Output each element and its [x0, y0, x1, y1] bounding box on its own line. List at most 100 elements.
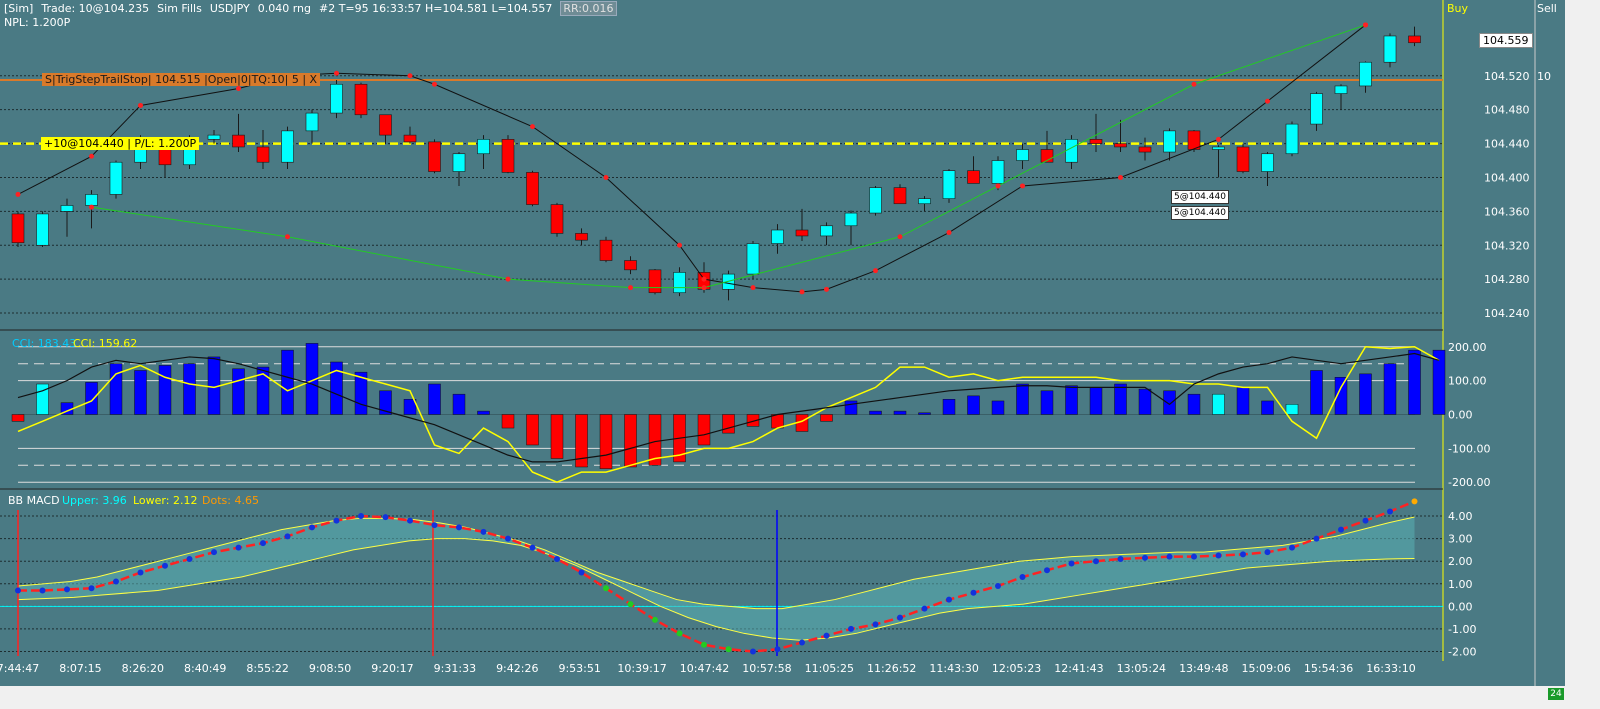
swing-dot [628, 285, 633, 291]
sell-strip-background [1535, 0, 1565, 686]
swing-dot [432, 81, 437, 87]
macd-dot [456, 524, 462, 531]
account-label[interactable]: [Sim] [4, 2, 33, 15]
swing-dot [873, 268, 878, 274]
candle-body [109, 161, 123, 195]
price-tick-label: 104.320 [1484, 239, 1530, 252]
macd-dot [137, 569, 144, 576]
candle-body [281, 130, 294, 163]
candle-body [452, 153, 466, 172]
time-tick-label: 9:31:33 [434, 662, 476, 675]
macd-dot [1191, 553, 1197, 560]
swing-dot [1216, 136, 1221, 142]
swing-dot [897, 234, 903, 240]
macd-dot [872, 621, 879, 628]
candle-body [1359, 61, 1372, 87]
candle-body [1334, 85, 1348, 94]
macd-tick-label: 3.00 [1448, 533, 1473, 546]
macd-dot [15, 587, 21, 594]
time-tick-label: 13:49:48 [1179, 662, 1228, 675]
macd-dot [1387, 508, 1393, 515]
time-tick-label: 8:40:49 [184, 662, 226, 675]
cci-bar [134, 370, 147, 415]
cci-bar [11, 414, 25, 422]
macd-dot [1264, 549, 1271, 556]
range-label: 0.040 rng [257, 1, 311, 15]
bar-info-label: #2 T=95 16:33:57 H=104.581 L=104.557 [318, 1, 553, 15]
macd-dot [848, 625, 854, 632]
candle-body [1261, 153, 1274, 172]
candle-body [869, 187, 882, 214]
candle-body [232, 134, 245, 148]
cci-bar [1163, 390, 1176, 415]
buy-label[interactable]: Buy [1447, 2, 1468, 15]
candle-body [477, 139, 490, 155]
cci-bar [1187, 393, 1201, 415]
candle-body [599, 239, 613, 261]
price-tick-label: 104.440 [1484, 138, 1530, 151]
cci-bar [697, 414, 711, 446]
fill-marker-label: 5@104.440 [1171, 206, 1229, 220]
candle-body [1236, 146, 1250, 172]
candle-body [1065, 139, 1078, 163]
macd-dot [64, 586, 70, 593]
time-tick-label: 8:55:22 [246, 662, 288, 675]
macd-dot [505, 535, 511, 542]
macd-dot [1313, 535, 1320, 542]
cci-bar [1089, 387, 1103, 415]
macd-dot [407, 517, 413, 524]
candle-body [36, 213, 49, 246]
cci-bar [820, 414, 833, 422]
macd-dot [970, 589, 977, 596]
swing-dot [89, 153, 94, 159]
macd-dot [1068, 560, 1075, 567]
instrument-label[interactable]: USDJPY [210, 2, 250, 15]
swing-dot [1363, 22, 1368, 28]
fills-label[interactable]: Sim Fills [157, 2, 202, 15]
cci-bar [991, 400, 1005, 415]
candle-body [1016, 149, 1029, 161]
time-tick-label: 11:43:30 [929, 662, 978, 675]
sell-label[interactable]: Sell [1537, 2, 1557, 15]
candle-body [991, 160, 1005, 184]
candle-body [1089, 139, 1103, 144]
position-line-label[interactable]: +10@104.440 | P/L: 1.200P [41, 137, 200, 150]
macd-dot [652, 616, 658, 623]
time-tick-label: 12:05:23 [992, 662, 1041, 675]
macd-dot [235, 544, 242, 551]
time-tick-label: 10:39:17 [617, 662, 666, 675]
time-tick-label: 9:20:17 [371, 662, 413, 675]
cci-bar [1065, 385, 1078, 415]
swing-dot [1118, 174, 1123, 180]
candle-body [673, 272, 686, 294]
trading-chart[interactable]: 104.520 104.480 104.440 104.400 104.360 104.3… [0, 0, 1600, 709]
swing-dot [236, 86, 241, 91]
time-tick-label: 12:41:43 [1054, 662, 1103, 675]
cci-bar [1408, 349, 1421, 415]
macd-dot [946, 596, 952, 603]
candle-body [354, 83, 368, 116]
swing-dot [701, 285, 707, 291]
candle-body [379, 114, 392, 136]
macd-dot [627, 601, 634, 608]
swing-dot [946, 230, 952, 236]
candle-body [893, 187, 907, 205]
swing-dot [505, 276, 511, 282]
candle-body [330, 83, 343, 114]
cci-bar [942, 399, 956, 415]
candle-body [1163, 130, 1176, 153]
macd-dot [333, 517, 340, 524]
candle-body [624, 260, 637, 271]
swing-dot [1265, 98, 1270, 104]
macd-dots-label: Dots: 4.65 [202, 494, 259, 507]
time-tick-label: 15:09:06 [1241, 662, 1290, 675]
macd-dot [1289, 544, 1295, 551]
macd-lower-label: Lower: 2.12 [133, 494, 198, 507]
macd-dot [1093, 558, 1099, 565]
candle-body [1408, 35, 1421, 44]
macd-dot [725, 646, 732, 653]
order-line-label[interactable]: S|TrigStepTrailStop| 104.515 |Open|0|TQ:… [42, 73, 321, 86]
candle-body [1114, 143, 1127, 148]
candle-body [501, 139, 515, 173]
time-tick-label: 8:26:20 [122, 662, 164, 675]
